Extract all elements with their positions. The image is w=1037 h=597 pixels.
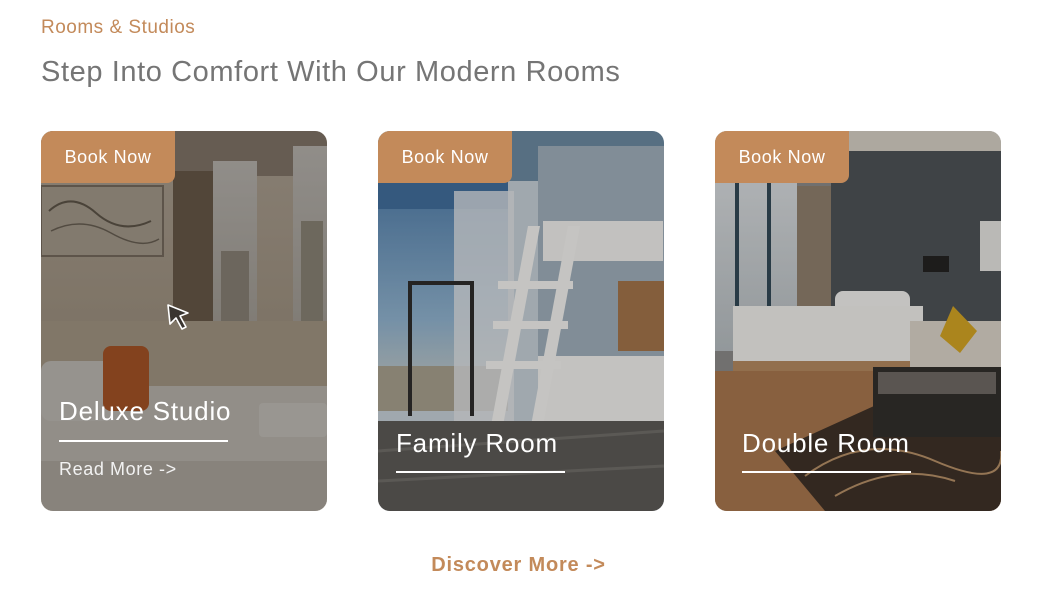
room-card-deluxe-studio[interactable]: Book Now Deluxe Studio Read More -> [41, 131, 327, 511]
mouse-pointer-icon [167, 304, 189, 330]
room-title: Family Room [396, 428, 558, 458]
section-eyebrow: Rooms & Studios [41, 17, 196, 38]
read-more-link[interactable]: Read More -> [59, 459, 177, 480]
title-divider [396, 471, 565, 473]
room-title: Deluxe Studio [59, 396, 232, 426]
rooms-section: Rooms & Studios Step Into Comfort With O… [0, 0, 1037, 597]
room-card-double-room[interactable]: Book Now Double Room [715, 131, 1001, 511]
room-title: Double Room [742, 428, 910, 458]
room-card-family-room[interactable]: Book Now Family Room [378, 131, 664, 511]
title-divider [742, 471, 911, 473]
discover-more-link[interactable]: Discover More -> [0, 554, 1037, 577]
section-heading: Step Into Comfort With Our Modern Rooms [41, 56, 621, 88]
book-now-button[interactable]: Book Now [41, 131, 175, 183]
title-divider [59, 440, 228, 442]
book-now-button[interactable]: Book Now [715, 131, 849, 183]
book-now-button[interactable]: Book Now [378, 131, 512, 183]
